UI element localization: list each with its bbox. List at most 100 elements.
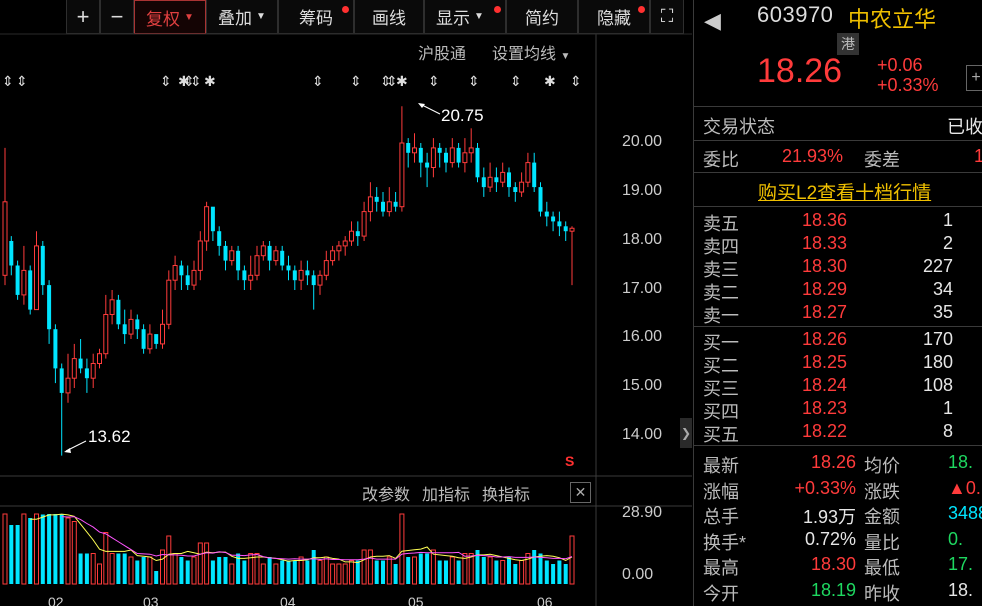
switch-indicator-button[interactable]: 换指标 bbox=[482, 481, 530, 505]
volume-bar bbox=[122, 553, 127, 584]
stat-label: 量比 bbox=[864, 532, 900, 553]
candle-body bbox=[317, 274, 323, 286]
volume-bar bbox=[166, 535, 172, 585]
candle-body bbox=[260, 245, 266, 257]
candle-body bbox=[551, 216, 556, 222]
candle-body bbox=[47, 285, 52, 330]
volume-bar bbox=[298, 556, 304, 585]
bid-price: 18.23 bbox=[802, 398, 848, 418]
volume-tick: 28.90 bbox=[622, 504, 663, 521]
event-marker-icon: ⇕ bbox=[468, 73, 480, 89]
status-label: 交易状态 bbox=[703, 117, 775, 137]
bid-volume: 170 bbox=[922, 329, 953, 349]
ask-volume: 35 bbox=[932, 302, 953, 322]
candle-body bbox=[367, 196, 373, 213]
volume-bar bbox=[381, 560, 385, 584]
candle-body bbox=[160, 323, 165, 345]
volume-bar bbox=[197, 542, 203, 585]
s-marker-icon[interactable]: S bbox=[565, 454, 574, 468]
candle-body bbox=[179, 265, 184, 276]
close-indicator-icon[interactable]: ✕ bbox=[570, 482, 591, 503]
volume-bar bbox=[242, 560, 247, 584]
bid-row[interactable]: 买三 18.24 108 bbox=[694, 375, 982, 399]
volume-bar bbox=[367, 549, 373, 585]
price-tick: 15.00 bbox=[622, 377, 663, 394]
candle-body bbox=[267, 245, 272, 261]
buy-l2-link[interactable]: 购买L2查看十档行情 bbox=[758, 178, 931, 205]
candle-body bbox=[418, 147, 423, 163]
candle-body bbox=[84, 368, 89, 379]
volume-bar bbox=[393, 564, 398, 584]
stat-label: 最新 bbox=[703, 456, 739, 476]
event-marker-icon: ⇕ bbox=[350, 73, 362, 89]
volume-bar bbox=[374, 560, 379, 584]
back-arrow-icon[interactable]: ◀ bbox=[704, 8, 721, 34]
kline-chart[interactable]: ⇕ ⇕ ⇕ ✱⇕⇕ ✱ ⇕ ⇕ ⇕⇕✱ ⇕ ⇕ ⇕ ✱ ⇕ bbox=[0, 0, 692, 606]
change-percent: +0.33% bbox=[877, 75, 939, 95]
candle-body bbox=[191, 269, 197, 286]
volume-bar bbox=[386, 556, 392, 585]
volume-bar bbox=[185, 560, 190, 584]
candle-body bbox=[166, 279, 172, 325]
volume-bar bbox=[406, 557, 411, 584]
volume-bar bbox=[40, 514, 45, 584]
volume-bar bbox=[128, 556, 134, 585]
stat-label: 金额 bbox=[864, 507, 900, 527]
add-watchlist-button[interactable]: + bbox=[966, 65, 982, 91]
ask-price: 18.27 bbox=[802, 302, 848, 322]
candle-body bbox=[28, 270, 33, 310]
stat-value: ▲0. bbox=[948, 477, 981, 498]
stat-label: 最低 bbox=[864, 558, 900, 578]
bid-row[interactable]: 买一 18.26 170 bbox=[694, 329, 982, 353]
candle-body bbox=[65, 377, 71, 394]
stat-value: 0. bbox=[948, 528, 964, 549]
candle-body bbox=[59, 368, 64, 393]
ask-volume: 34 bbox=[932, 279, 953, 299]
ask-row[interactable]: 卖三 18.30 227 bbox=[694, 256, 982, 280]
stats-row: 今开 18.19 昨收 18. bbox=[694, 580, 982, 604]
indicator-bar: 改参数 加指标 换指标 bbox=[362, 481, 542, 505]
event-marker-icon: ⇕ bbox=[428, 73, 440, 89]
modify-params-button[interactable]: 改参数 bbox=[362, 481, 410, 505]
candle-body bbox=[513, 187, 518, 192]
ask-row[interactable]: 卖四 18.33 2 bbox=[694, 233, 982, 257]
volume-bar bbox=[425, 553, 430, 584]
candle-body bbox=[217, 231, 222, 246]
price-change: +0.06 +0.33% bbox=[877, 55, 939, 95]
month-label: 05 bbox=[408, 594, 424, 606]
ask-row[interactable]: 卖二 18.29 34 bbox=[694, 279, 982, 303]
ask-row[interactable]: 卖一 18.27 35 bbox=[694, 302, 982, 326]
volume-bar bbox=[569, 535, 575, 585]
volume-bar bbox=[47, 514, 52, 584]
candle-body bbox=[462, 152, 468, 164]
ask-row[interactable]: 卖五 18.36 1 bbox=[694, 210, 982, 234]
stat-label: 涨跌 bbox=[864, 481, 900, 502]
add-indicator-button[interactable]: 加指标 bbox=[422, 481, 470, 505]
stat-label: 均价 bbox=[864, 456, 900, 476]
volume-bar bbox=[355, 560, 360, 584]
trade-status-row: 交易状态 已收 bbox=[694, 113, 982, 137]
event-marker-icon: ✱ bbox=[544, 73, 556, 89]
candle-body bbox=[412, 147, 417, 154]
month-label: 04 bbox=[280, 594, 296, 606]
event-marker-icon: ✱ bbox=[204, 73, 216, 89]
bid-volume: 8 bbox=[942, 421, 953, 441]
stat-value: 18.26 bbox=[810, 452, 856, 472]
volume-bar bbox=[292, 560, 297, 584]
bid-row[interactable]: 买五 18.22 8 bbox=[694, 421, 982, 445]
stat-value: 3488 bbox=[948, 503, 982, 523]
candle-body bbox=[122, 324, 127, 335]
stat-label: 昨收 bbox=[864, 583, 900, 604]
volume-bar bbox=[109, 553, 115, 585]
candle-body bbox=[538, 187, 543, 212]
event-marker-icon: ✱ bbox=[396, 73, 408, 89]
bid-row[interactable]: 买四 18.23 1 bbox=[694, 398, 982, 422]
bid-row[interactable]: 买二 18.25 180 bbox=[694, 352, 982, 376]
candle-body bbox=[15, 265, 20, 295]
candle-body bbox=[128, 318, 134, 335]
collapse-panel-icon[interactable]: ❯ bbox=[680, 418, 692, 448]
candle-body bbox=[330, 250, 336, 262]
ask-level-label: 卖一 bbox=[703, 306, 739, 326]
volume-bar bbox=[349, 560, 354, 585]
volume-bar bbox=[538, 553, 543, 584]
